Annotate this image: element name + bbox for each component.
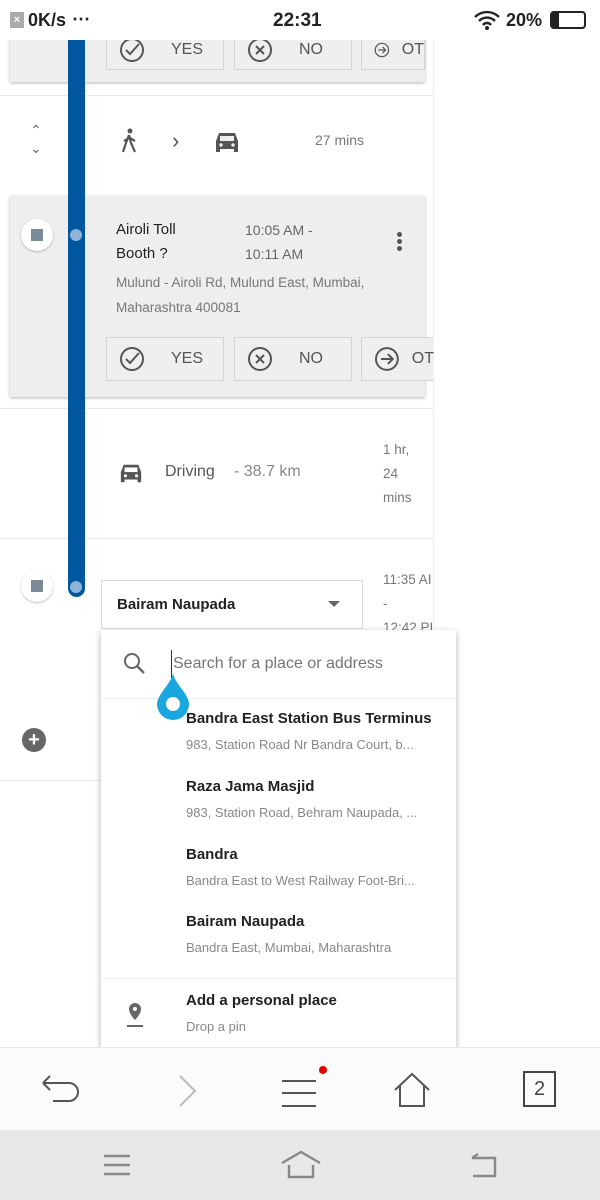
add-personal-place[interactable]: Add a personal place Drop a pin xyxy=(186,992,436,1034)
check-circle-icon xyxy=(120,38,144,62)
more-vert-icon[interactable] xyxy=(397,232,402,251)
stop-marker[interactable] xyxy=(21,219,53,251)
destination-dropdown[interactable]: Bairam Naupada xyxy=(101,580,363,629)
stop-time: 10:05 AM -10:11 AM xyxy=(245,222,313,262)
search-icon xyxy=(124,653,145,674)
tabs-button[interactable]: 2 xyxy=(523,1071,556,1107)
add-stop-button[interactable]: + xyxy=(22,728,46,752)
more-dots: ⋯ xyxy=(72,9,90,29)
system-home-icon[interactable] xyxy=(280,1150,322,1180)
reorder-up-icon[interactable]: ⌃ xyxy=(30,122,42,139)
place-search-popup: Bandra East Station Bus Terminus983, Sta… xyxy=(101,630,456,1050)
x-circle-icon xyxy=(248,347,272,371)
walk-duration: 27 mins xyxy=(315,132,365,148)
back-icon[interactable] xyxy=(40,1074,80,1106)
forward-icon[interactable] xyxy=(177,1074,199,1108)
travel-mode: Driving xyxy=(165,463,215,480)
timeline-dot xyxy=(70,229,82,241)
battery-percent: 20% xyxy=(506,10,543,30)
arrow-circle-icon xyxy=(374,347,399,371)
text-cursor-handle[interactable] xyxy=(157,672,189,720)
chevron-right-icon: › xyxy=(172,128,180,153)
recent-apps-icon[interactable] xyxy=(103,1154,131,1176)
check-circle-icon xyxy=(120,347,144,371)
system-back-icon[interactable] xyxy=(468,1152,498,1178)
yes-button[interactable]: YES xyxy=(106,337,224,381)
wifi-icon xyxy=(474,10,500,30)
car-icon xyxy=(120,464,142,483)
suggestion-item[interactable]: Bandra East Station Bus Terminus 983, Sta… xyxy=(186,710,436,752)
route-timeline xyxy=(68,40,85,597)
browser-toolbar: 2 xyxy=(0,1047,600,1130)
notification-x-icon: × xyxy=(10,12,24,28)
menu-icon[interactable] xyxy=(280,1078,320,1108)
x-circle-icon xyxy=(248,38,272,62)
home-icon[interactable] xyxy=(393,1072,431,1108)
timeline-dot xyxy=(70,581,82,593)
clock: 22:31 xyxy=(273,10,322,31)
stop-address: Mulund - Airoli Rd, Mulund East, Mumbai,… xyxy=(116,275,365,315)
battery-icon xyxy=(550,11,586,29)
car-icon xyxy=(216,133,238,152)
stop-title[interactable]: Airoli Toll Booth ? xyxy=(116,218,176,266)
other-button[interactable]: OT xyxy=(361,337,434,381)
arrow-circle-icon xyxy=(374,42,390,58)
notification-dot xyxy=(319,1066,327,1074)
network-speed: 0K/s xyxy=(28,10,67,30)
travel-distance: - 38.7 km xyxy=(234,463,301,480)
suggestion-item[interactable]: Bandra Bandra East to West Railway Foot-B… xyxy=(186,846,436,888)
status-bar: × 0K/s ⋯ 22:31 20% xyxy=(0,0,600,40)
suggestion-item[interactable]: Raza Jama Masjid 983, Station Road, Behra… xyxy=(186,778,436,820)
walking-icon xyxy=(121,128,137,153)
search-input[interactable] xyxy=(171,650,441,678)
no-button[interactable]: NO xyxy=(234,337,352,381)
suggestion-item[interactable]: Bairam Naupada Bandra East, Mumbai, Mahar… xyxy=(186,913,436,955)
reorder-down-icon[interactable]: ⌄ xyxy=(30,140,42,157)
dropdown-arrow-icon xyxy=(328,601,340,607)
stop-marker[interactable] xyxy=(21,570,53,602)
system-nav-bar xyxy=(0,1130,600,1200)
place-pin-icon xyxy=(127,1003,143,1027)
travel-duration: 1 hr, 24 mins xyxy=(383,442,412,505)
